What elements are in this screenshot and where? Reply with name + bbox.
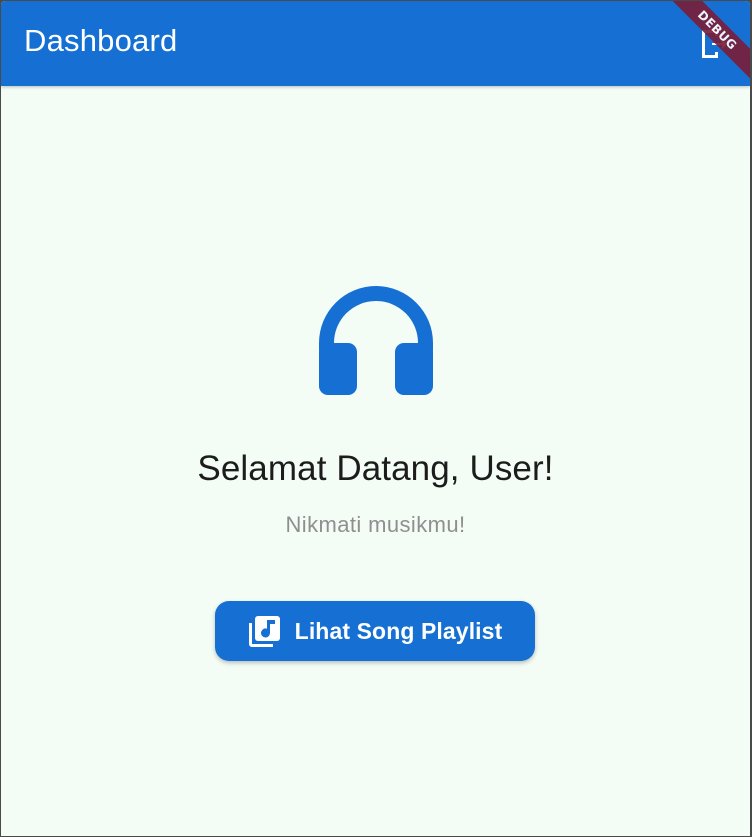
view-song-playlist-label: Lihat Song Playlist xyxy=(294,617,503,644)
app-bar-title: Dashboard xyxy=(24,23,178,58)
headphones-icon xyxy=(319,286,433,395)
view-song-playlist-button[interactable]: Lihat Song Playlist xyxy=(215,601,535,661)
library-music-icon xyxy=(248,615,280,647)
logout-button[interactable] xyxy=(698,27,728,61)
welcome-title: Selamat Datang, User! xyxy=(197,449,554,488)
app-window: Dashboard DEBUG Selamat Datang, User! Ni… xyxy=(1,1,750,836)
logout-icon xyxy=(702,30,727,58)
welcome-subtitle: Nikmati musikmu! xyxy=(285,512,466,537)
app-bar: Dashboard DEBUG xyxy=(1,1,750,86)
dashboard-content: Selamat Datang, User! Nikmati musikmu! L… xyxy=(1,86,750,836)
